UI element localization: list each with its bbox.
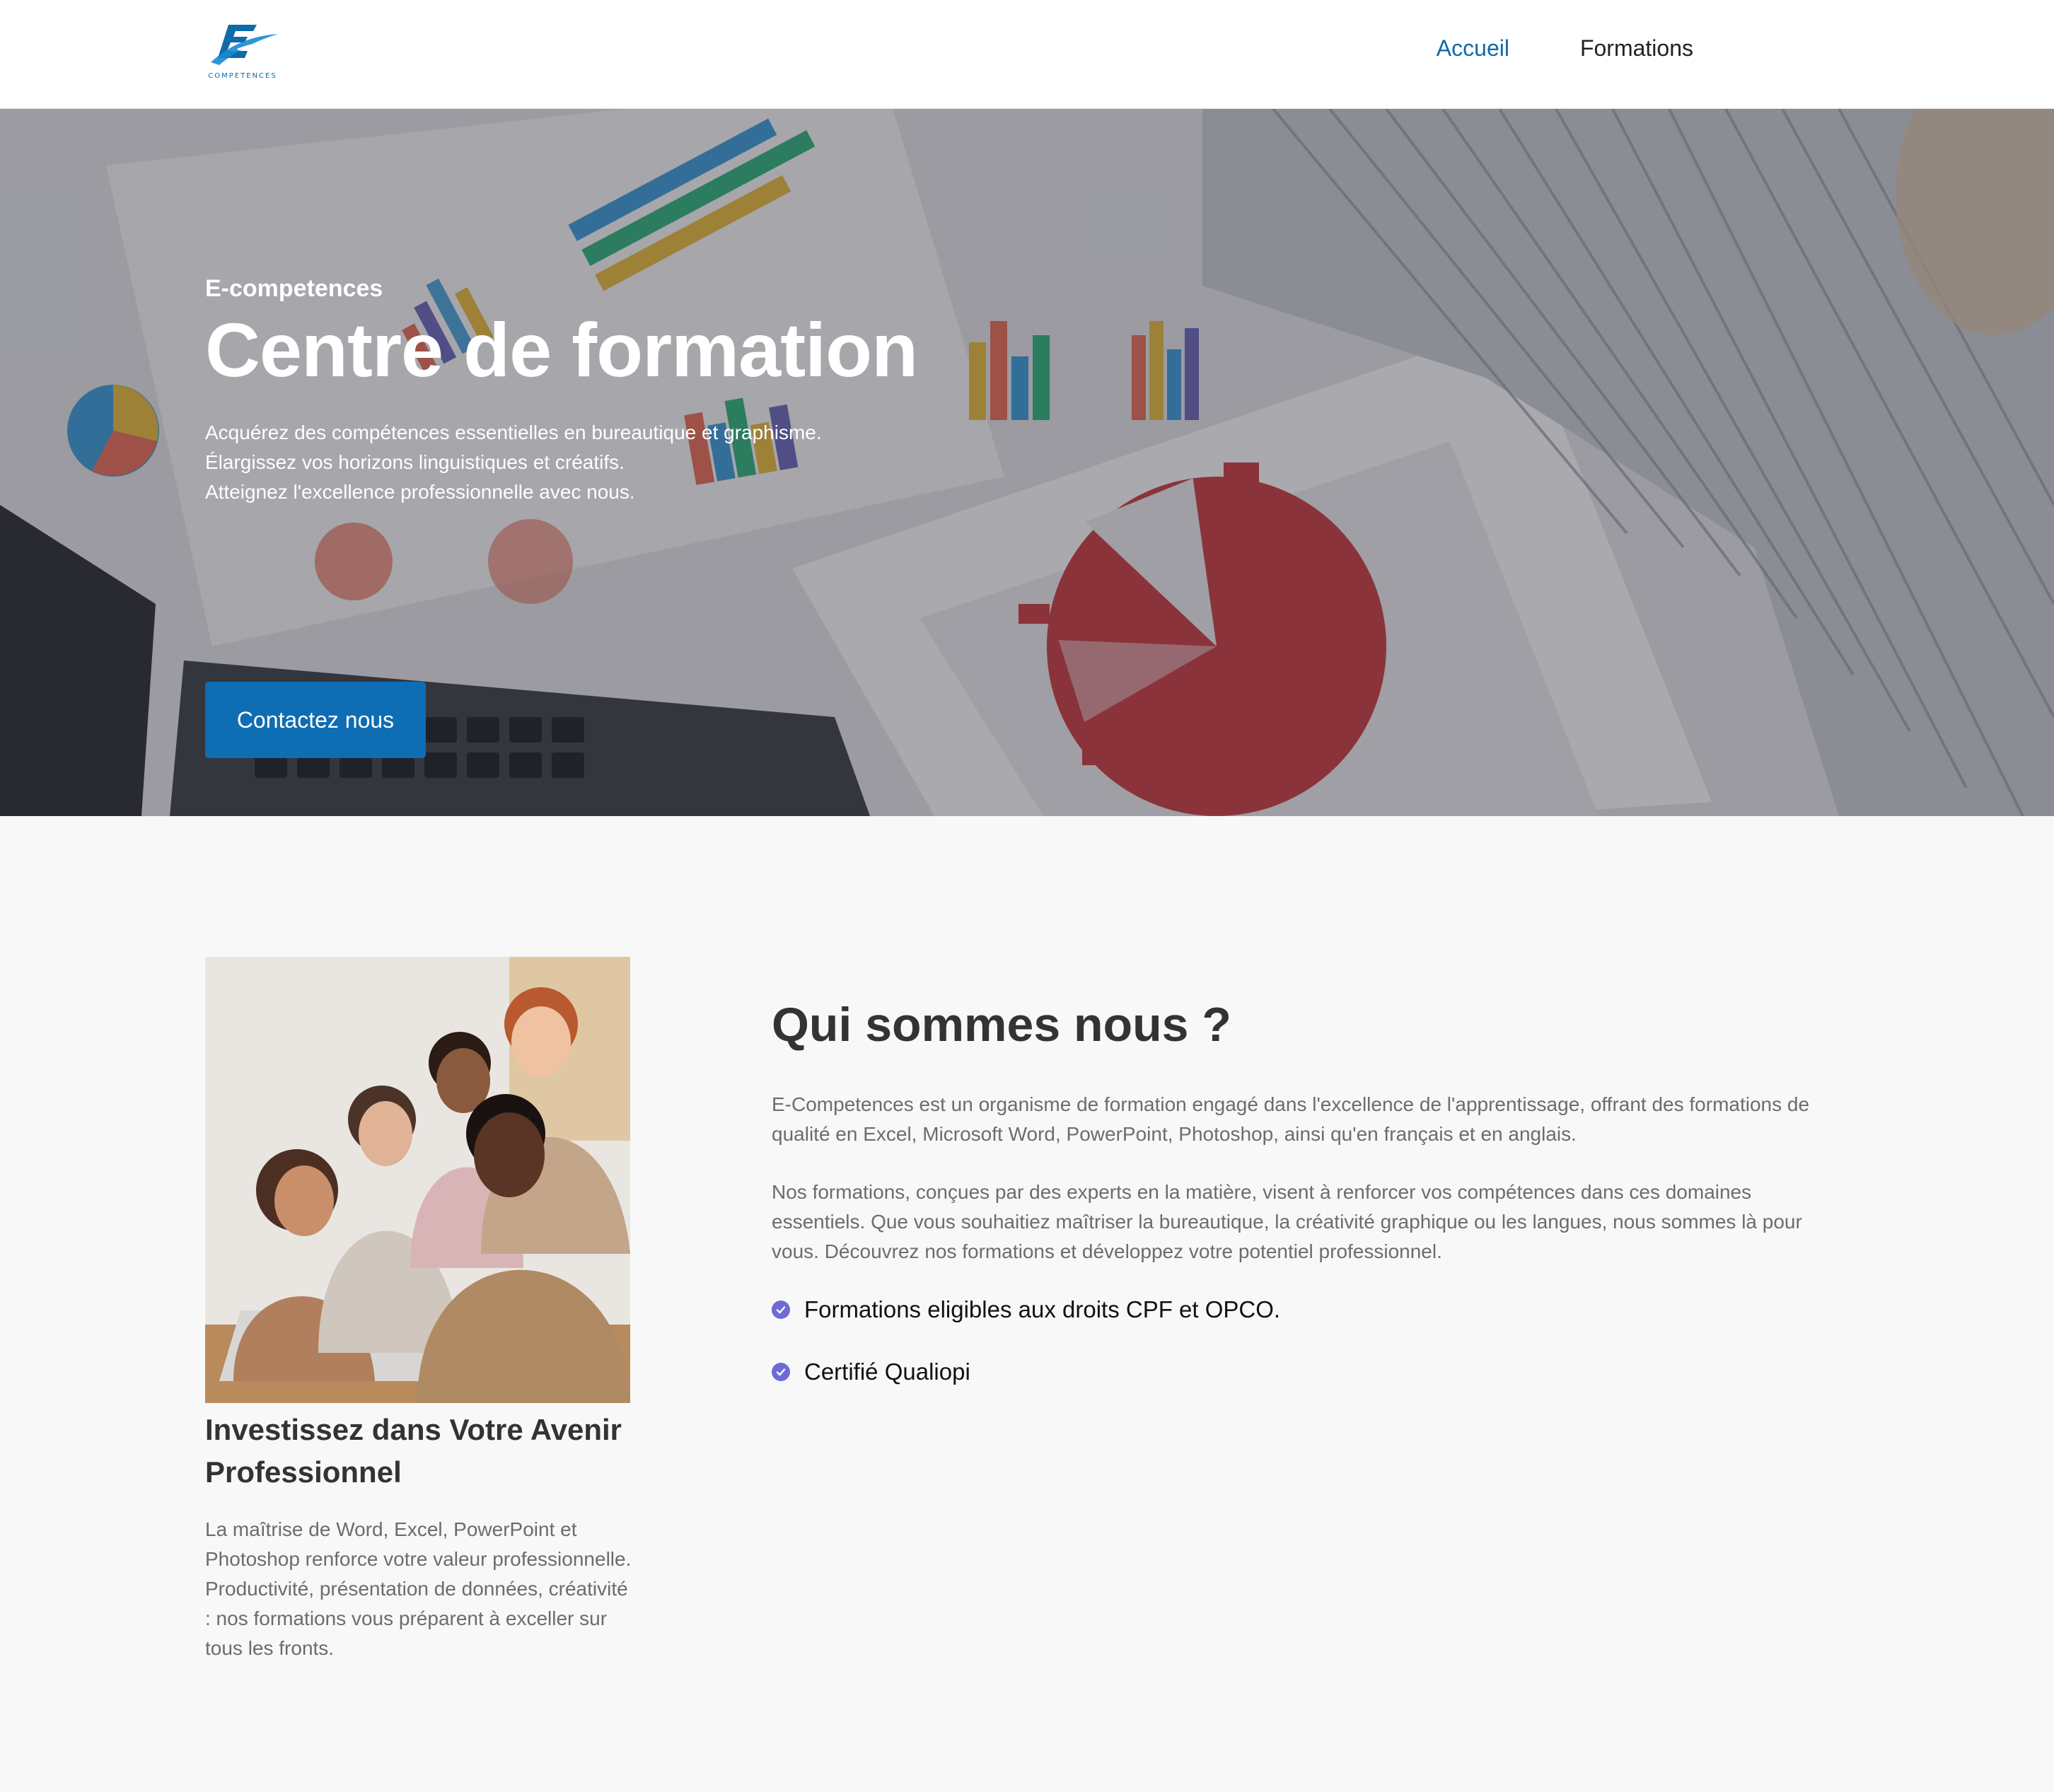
logo-text: COMPETENCES — [208, 72, 277, 80]
nav-link-accueil[interactable]: Accueil — [1437, 35, 1509, 62]
hero-content: E-competences Centre de formation Acquér… — [205, 275, 1195, 758]
logo[interactable]: COMPETENCES — [204, 21, 282, 85]
team-photo-image — [205, 957, 630, 1403]
check-circle-icon — [772, 1363, 790, 1381]
hero-line-2: Élargissez vos horizons linguistiques et… — [205, 451, 625, 474]
check-circle-icon — [772, 1301, 790, 1319]
team-photo — [205, 957, 630, 1403]
nav-link-formations[interactable]: Formations — [1580, 35, 1693, 62]
site-header: COMPETENCES Accueil Formations — [0, 0, 2054, 109]
hero-section: E-competences Centre de formation Acquér… — [0, 109, 2054, 816]
hero-line-1: Acquérez des compétences essentielles en… — [205, 421, 822, 444]
about-paragraph-2: Nos formations, conçues par des experts … — [772, 1181, 1802, 1262]
hero-kicker: E-competences — [205, 275, 383, 302]
left-section-text: La maîtrise de Word, Excel, PowerPoint e… — [205, 1518, 632, 1659]
check-item-qualiopi: Certifié Qualiopi — [772, 1358, 970, 1385]
check-item-label: Certifié Qualiopi — [804, 1358, 970, 1385]
check-item-cpf: Formations eligibles aux droits CPF et O… — [772, 1296, 1280, 1323]
logo-mark-icon — [211, 25, 278, 65]
hero-title: Centre de formation — [205, 307, 918, 392]
about-title: Qui sommes nous ? — [772, 998, 1231, 1052]
check-item-label: Formations eligibles aux droits CPF et O… — [804, 1296, 1281, 1322]
left-section-title: Investissez dans Votre Avenir Profession… — [205, 1413, 622, 1489]
contact-button[interactable]: Contactez nous — [205, 682, 426, 758]
main-nav: Accueil Formations — [1437, 35, 1693, 62]
hero-line-3: Atteignez l'excellence professionnelle a… — [205, 481, 635, 504]
about-paragraph-1: E-Competences est un organisme de format… — [772, 1093, 1810, 1145]
